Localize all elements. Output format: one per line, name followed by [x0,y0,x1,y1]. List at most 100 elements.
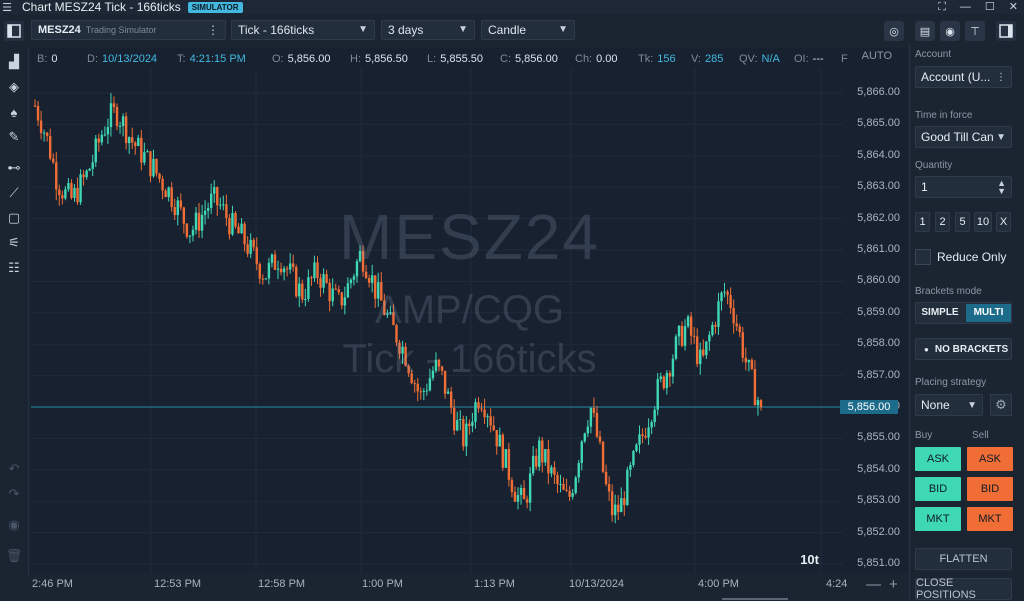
candle-body [264,278,268,280]
y-tick-label: 5,864.00 [857,148,900,161]
candle-body [465,423,468,447]
chart-style-select[interactable]: Candle ▼ [481,20,575,40]
x-tick-label: 12:53 PM [154,578,202,590]
close-icon[interactable]: ✕ [1009,0,1018,14]
info-key: T: [177,53,186,65]
trash-icon[interactable]: 🗑 [5,547,23,565]
candle-body [459,419,462,421]
candle-body [39,120,43,133]
candle-body [425,390,429,392]
candle-body [55,162,58,190]
candle-body [568,490,571,497]
chevron-down-icon: ▼ [558,24,568,35]
flatten-button[interactable]: FLATTEN [915,548,1012,570]
candle-body [48,136,52,159]
settings-gear-icon[interactable]: ⚙ [990,394,1012,416]
y-tick-label: 5,861.00 [857,243,900,255]
indicators-icon[interactable]: ▟ [5,53,23,71]
x-tick-label: 4:00 PM [698,578,739,590]
candle-body [653,409,656,423]
buy-market-button[interactable]: MKT [915,507,961,531]
buy-bid-button[interactable]: BID [915,477,961,501]
candle-body [149,151,152,177]
sell-bid-button[interactable]: BID [967,477,1013,501]
candle-body [370,275,374,283]
left-panel-toggle-icon[interactable] [4,21,24,41]
zoom-in-icon[interactable]: + [889,576,898,593]
bracket-multi-button[interactable]: MULTI [966,304,1011,322]
qty-10-button[interactable]: 10 [974,212,992,232]
redo-icon[interactable]: ↷ [5,485,23,503]
alert-bell-icon[interactable]: ♠ [5,103,23,121]
chart-aggregation-select[interactable]: Tick - 166ticks ▼ [231,20,375,40]
fibonacci-icon[interactable]: ⚟ [5,234,23,252]
trend-line-icon[interactable]: ⟋ [5,184,23,202]
period-select[interactable]: 3 days ▼ [381,20,475,40]
pencil-icon[interactable]: ✎ [5,128,23,146]
qty-2-button[interactable]: 2 [935,212,950,232]
y-tick-label: 5,859.00 [857,305,900,318]
qty-5-button[interactable]: 5 [955,212,970,232]
info-value: 4:21:15 PM [189,53,246,65]
sync-icon[interactable]: ◎ [884,21,904,41]
candle-body [97,138,100,143]
time-axis[interactable]: 2:46 PM 12:53 PM 12:58 PM 1:00 PM 1:13 P… [0,576,908,600]
minimize-icon[interactable]: — [960,0,971,14]
symbol-selector[interactable]: MESZ24 Trading Simulator ⋮ [31,20,226,40]
candle-body [158,173,161,179]
maximize-icon[interactable]: ☐ [985,0,995,14]
bracket-simple-button[interactable]: SIMPLE [916,303,964,323]
candle-body [528,473,532,503]
stepper-arrows-icon[interactable]: ▲ ▼ [997,179,1006,196]
account-select[interactable]: Account (U... ⋮ [915,66,1012,88]
placing-strategy-select[interactable]: None ▼ [915,394,983,416]
symbol-menu-icon[interactable]: ⋮ [207,23,219,37]
info-value: 5,855.50 [440,53,484,65]
templates-icon[interactable]: ☷ [5,259,23,277]
y-tick-label: 5,857.00 [857,368,900,381]
candle-body [613,504,617,516]
no-brackets-label: NO BRACKETS S [934,343,1011,355]
layers-icon[interactable]: ◈ [5,78,23,96]
sell-market-button[interactable]: MKT [967,507,1013,531]
keyboard-icon[interactable]: ▤ [915,21,935,41]
account-subtitle: Trading Simulator [85,25,157,35]
placing-strategy-label: Placing strategy [915,377,987,388]
qty-clear-button[interactable]: X [996,212,1011,232]
candle-body [550,467,553,474]
mouse-icon[interactable]: ◉ [940,21,960,41]
no-brackets-button[interactable]: ● NO BRACKETS S [915,338,1012,360]
candle-body [626,469,629,506]
horizontal-line-icon[interactable]: ⊷ [5,159,23,177]
rectangle-icon[interactable]: ▢ [5,209,23,227]
sell-ask-button[interactable]: ASK [967,447,1013,471]
chevron-down-icon: ▼ [996,131,1006,143]
info-value: 10/13/2024 [102,53,158,65]
price-chart[interactable]: MESZ24 AMP/CQG Tick - 166ticks B: 0 D: 10/1… [31,48,908,572]
fullscreen-icon[interactable]: ⛶ [938,0,946,14]
undo-icon[interactable]: ↶ [5,460,23,478]
candle-body [595,412,599,437]
candle-body [109,103,113,128]
hamburger-menu-icon[interactable]: ☰ [0,1,14,14]
time-in-force-select[interactable]: Good Till Can ▼ [915,126,1012,148]
right-panel-toggle-icon[interactable] [996,21,1016,41]
info-field: O: 5,856.00 [272,53,330,65]
visibility-icon[interactable]: ◉ [5,516,23,534]
candle-body [352,276,356,280]
qty-1-button[interactable]: 1 [915,212,930,232]
close-positions-button[interactable]: CLOSE POSITIONS [915,577,1012,601]
candle-body [589,408,593,427]
quantity-stepper[interactable]: 1 ▲ ▼ [915,176,1012,198]
candle-body [422,390,426,392]
zoom-out-icon[interactable]: — [866,576,881,593]
brackets-mode-label: Brackets mode [915,286,982,297]
candle-body [516,494,520,502]
buy-ask-button[interactable]: ASK [915,447,961,471]
candle-body [73,187,76,198]
candle-body [519,487,523,495]
auto-scale-button[interactable]: AUTO [862,50,892,62]
candle-body [610,491,614,516]
tools-icon[interactable]: ⊤ [965,21,985,41]
reduce-only-checkbox[interactable] [915,249,931,265]
